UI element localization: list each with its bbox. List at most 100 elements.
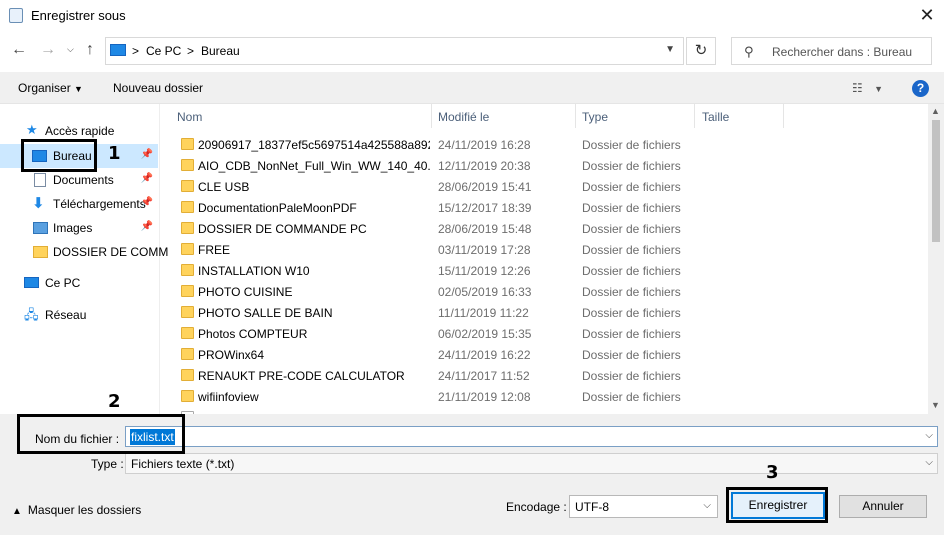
file-name: AIO_CDB_NonNet_Full_Win_WW_140_40... bbox=[198, 159, 430, 173]
list-item[interactable]: Photos COMPTEUR 06/02/2019 15:35 Dossier d… bbox=[161, 324, 931, 345]
refresh-button[interactable]: ↻ bbox=[686, 37, 716, 65]
recent-chevron-icon[interactable]: ⌵ bbox=[67, 44, 74, 55]
list-item[interactable]: PHOTO SALLE DE BAIN 11/11/2019 11:22 Dossi… bbox=[161, 303, 931, 324]
list-item[interactable]: DocumentationPaleMoonPDF 15/12/2017 18:39… bbox=[161, 198, 931, 219]
file-name: 20906917_18377ef5c5697514a425588a892f... bbox=[198, 138, 430, 152]
file-date: 28/06/2019 15:41 bbox=[438, 180, 532, 194]
column-header-type[interactable]: Type bbox=[582, 110, 608, 124]
breadcrumb-separator: > bbox=[132, 44, 140, 58]
annotation-number-1: 1 bbox=[108, 143, 121, 164]
column-divider[interactable] bbox=[694, 104, 695, 128]
pin-icon[interactable]: 📌 bbox=[141, 173, 153, 184]
organize-button[interactable]: Organiser ▼ bbox=[18, 81, 83, 95]
file-type: Dossier de fichiers bbox=[582, 138, 681, 152]
file-name: RENAUKT PRE-CODE CALCULATOR bbox=[198, 369, 405, 383]
file-date: 15/12/2017 18:39 bbox=[438, 201, 532, 215]
breadcrumb-separator: > bbox=[187, 44, 195, 58]
window-title: Enregistrer sous bbox=[31, 8, 126, 23]
pin-icon[interactable]: 📌 bbox=[141, 197, 153, 208]
breadcrumb-ce-pc[interactable]: Ce PC bbox=[146, 44, 181, 58]
pin-icon[interactable]: 📌 bbox=[141, 149, 153, 160]
column-header-modified[interactable]: Modifié le bbox=[438, 110, 489, 124]
vertical-scrollbar[interactable]: ▲ ▼ bbox=[928, 104, 944, 414]
column-header-size[interactable]: Taille bbox=[702, 110, 729, 124]
folder-icon bbox=[181, 369, 194, 381]
sidebar-item-label: Réseau bbox=[45, 308, 87, 322]
sidebar-item-label: DOSSIER DE COMM bbox=[53, 245, 169, 259]
file-date: 24/11/2019 16:22 bbox=[438, 348, 531, 362]
file-date: 21/11/2019 12:08 bbox=[438, 390, 531, 404]
scroll-up-arrow-icon[interactable]: ▲ bbox=[931, 106, 940, 116]
folder-icon bbox=[181, 243, 194, 255]
cancel-button[interactable]: Annuler bbox=[839, 495, 927, 518]
file-type: Dossier de fichiers bbox=[582, 285, 681, 299]
folder-icon bbox=[181, 180, 194, 192]
list-item[interactable]: AIO_CDB_NonNet_Full_Win_WW_140_40... 12/1… bbox=[161, 156, 931, 177]
up-arrow-icon[interactable]: ↑ bbox=[86, 41, 94, 59]
folder-icon bbox=[181, 390, 194, 402]
annotation-box-2 bbox=[17, 414, 185, 454]
type-select[interactable]: Fichiers texte (*.txt) ⌵ bbox=[125, 453, 938, 474]
folder-icon bbox=[181, 159, 194, 171]
file-name: INSTALLATION W10 bbox=[198, 264, 310, 278]
column-divider[interactable] bbox=[575, 104, 576, 128]
breadcrumb-bureau[interactable]: Bureau bbox=[201, 44, 240, 58]
list-item[interactable]: DOSSIER DE COMMANDE PC 28/06/2019 15:48 Do… bbox=[161, 219, 931, 240]
file-type: Dossier de fichiers bbox=[582, 369, 681, 383]
list-item[interactable]: PHOTO CUISINE 02/05/2019 16:33 Dossier de … bbox=[161, 282, 931, 303]
chevron-down-icon[interactable]: ⌵ bbox=[703, 500, 711, 511]
notepad-icon bbox=[9, 8, 23, 23]
title-bar: Enregistrer sous ✕ bbox=[0, 0, 944, 31]
pin-icon[interactable]: 📌 bbox=[141, 221, 153, 232]
file-name: PHOTO SALLE DE BAIN bbox=[198, 306, 333, 320]
list-item[interactable]: CLE USB 28/06/2019 15:41 Dossier de fichie… bbox=[161, 177, 931, 198]
network-icon: 🖧 bbox=[24, 307, 39, 322]
chevron-down-icon: ▼ bbox=[74, 84, 83, 94]
help-icon[interactable]: ? bbox=[912, 80, 929, 97]
file-date: 24/11/2017 11:52 bbox=[438, 369, 530, 383]
sidebar-item-dossier-de-comm[interactable]: DOSSIER DE COMM bbox=[0, 240, 168, 264]
column-divider[interactable] bbox=[431, 104, 432, 128]
back-arrow-icon[interactable]: ← bbox=[11, 41, 27, 59]
list-item[interactable]: 20906917_18377ef5c5697514a425588a892f...… bbox=[161, 135, 931, 156]
chevron-down-icon[interactable]: ⌵ bbox=[925, 457, 933, 468]
file-type: Dossier de fichiers bbox=[582, 327, 681, 341]
encoding-value: UTF-8 bbox=[575, 500, 609, 514]
search-input[interactable]: ⚲ Rechercher dans : Bureau bbox=[731, 37, 932, 65]
new-folder-button[interactable]: Nouveau dossier bbox=[113, 81, 203, 95]
file-date: 11/11/2019 11:22 bbox=[438, 306, 529, 320]
close-icon[interactable]: ✕ bbox=[914, 4, 940, 26]
scroll-down-arrow-icon[interactable]: ▼ bbox=[931, 400, 940, 410]
hide-folders-button[interactable]: ▲ Masquer les dossiers bbox=[12, 503, 141, 517]
sidebar-item-label: Accès rapide bbox=[45, 124, 115, 138]
filename-input[interactable]: fixlist.txt ⌵ bbox=[125, 426, 938, 447]
sidebar-item-label: Ce PC bbox=[45, 276, 81, 290]
sidebar-item-downloads[interactable]: ⬇ Téléchargements 📌 bbox=[0, 192, 158, 216]
file-name: FREE bbox=[198, 243, 231, 257]
list-item[interactable]: FREE 03/11/2019 17:28 Dossier de fichiers bbox=[161, 240, 931, 261]
sidebar-item-label: Documents bbox=[53, 173, 114, 187]
search-placeholder: Rechercher dans : Bureau bbox=[772, 45, 913, 59]
sidebar-item-ce-pc[interactable]: Ce PC bbox=[0, 271, 158, 295]
sidebar-item-reseau[interactable]: 🖧 Réseau bbox=[0, 303, 158, 327]
sort-up-icon: ^ bbox=[296, 104, 301, 109]
chevron-down-icon[interactable]: ▼ bbox=[665, 44, 675, 55]
organize-label: Organiser bbox=[18, 81, 71, 95]
view-options-icon[interactable]: ☷ ▼ bbox=[852, 81, 883, 95]
list-item[interactable]: wifiinfoview 21/11/2019 12:08 Dossier de f… bbox=[161, 387, 931, 408]
column-divider[interactable] bbox=[783, 104, 784, 128]
file-date: 15/11/2019 12:26 bbox=[438, 264, 531, 278]
list-item[interactable]: INSTALLATION W10 15/11/2019 12:26 Dossier … bbox=[161, 261, 931, 282]
file-type: Dossier de fichiers bbox=[582, 180, 681, 194]
forward-arrow-icon[interactable]: → bbox=[40, 41, 56, 59]
list-item[interactable]: PROWinx64 24/11/2019 16:22 Dossier de fich… bbox=[161, 345, 931, 366]
column-header-name[interactable]: Nom bbox=[177, 110, 202, 124]
file-date: 03/11/2019 17:28 bbox=[438, 243, 531, 257]
scroll-thumb[interactable] bbox=[932, 120, 940, 242]
address-bar[interactable]: > Ce PC > Bureau ▼ bbox=[105, 37, 684, 65]
list-item[interactable]: RENAUKT PRE-CODE CALCULATOR 24/11/2017 11… bbox=[161, 366, 931, 387]
encoding-select[interactable]: UTF-8 ⌵ bbox=[569, 495, 718, 518]
chevron-down-icon[interactable]: ⌵ bbox=[925, 430, 933, 441]
pc-icon bbox=[110, 44, 126, 56]
sidebar-item-images[interactable]: Images 📌 bbox=[0, 216, 158, 240]
